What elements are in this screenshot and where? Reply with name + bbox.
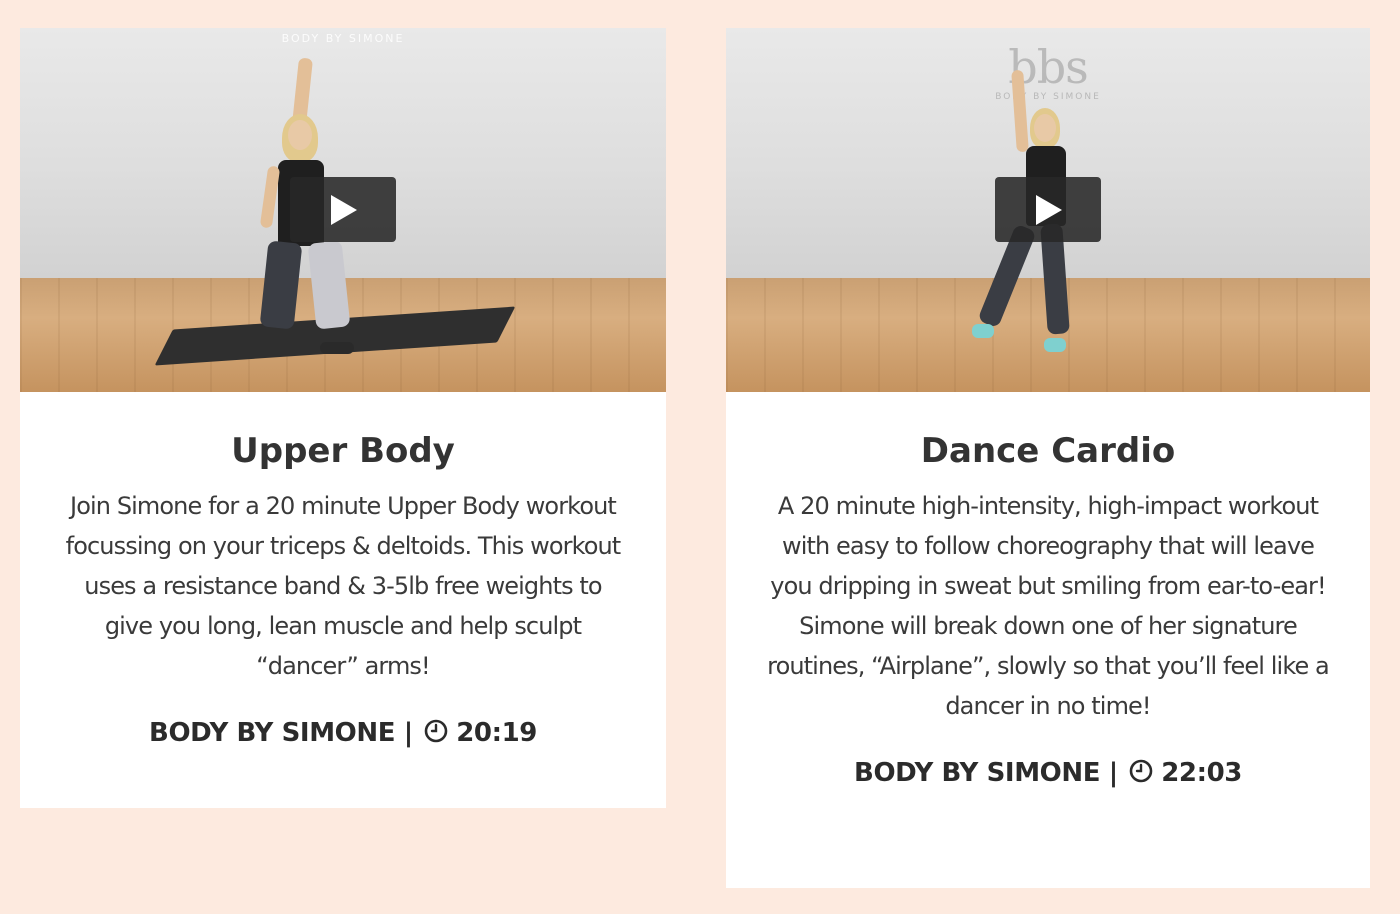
bbs-logo: bbs bbox=[1008, 40, 1089, 94]
card-title[interactable]: Dance Cardio bbox=[766, 430, 1330, 472]
figure-head bbox=[1034, 114, 1056, 142]
video-card-upper-body: BODY BY SIMONE Upper Body Join Simone fo… bbox=[20, 28, 666, 808]
duration: 22:03 bbox=[1161, 758, 1242, 788]
duration: 20:19 bbox=[456, 718, 537, 748]
card-description: A 20 minute high-intensity, high-impact … bbox=[767, 492, 1330, 720]
watermark-text: BODY BY SIMONE bbox=[995, 92, 1101, 102]
figure-shoe-left bbox=[972, 324, 994, 338]
meta-separator: | bbox=[1108, 758, 1119, 788]
watermark-logo: bbs BODY BY SIMONE bbox=[988, 42, 1108, 102]
brand-label: BODY BY SIMONE bbox=[854, 758, 1101, 788]
dumbbell bbox=[320, 342, 354, 354]
clock-icon bbox=[424, 719, 447, 743]
clock-icon bbox=[1129, 759, 1152, 783]
play-button[interactable] bbox=[995, 177, 1101, 242]
play-button[interactable] bbox=[290, 177, 396, 242]
card-meta: BODY BY SIMONE | 20:19 bbox=[60, 716, 626, 750]
card-description: Join Simone for a 20 minute Upper Body w… bbox=[65, 492, 622, 680]
play-icon bbox=[331, 195, 357, 225]
watermark-text: BODY BY SIMONE bbox=[281, 32, 405, 45]
play-icon bbox=[1036, 195, 1062, 225]
video-card-dance-cardio: bbs BODY BY SIMONE Dance Cardio A 20 min… bbox=[726, 28, 1370, 888]
video-thumbnail[interactable]: BODY BY SIMONE bbox=[20, 28, 666, 392]
meta-separator: | bbox=[403, 718, 414, 748]
figure-head bbox=[288, 120, 312, 150]
figure-shoe-right bbox=[1044, 338, 1066, 352]
card-title[interactable]: Upper Body bbox=[60, 430, 626, 472]
brand-label: BODY BY SIMONE bbox=[149, 718, 396, 748]
card-body: Upper Body Join Simone for a 20 minute U… bbox=[20, 430, 666, 750]
card-meta: BODY BY SIMONE | 22:03 bbox=[766, 756, 1330, 790]
video-thumbnail[interactable]: bbs BODY BY SIMONE bbox=[726, 28, 1370, 392]
card-body: Dance Cardio A 20 minute high-intensity,… bbox=[726, 430, 1370, 790]
